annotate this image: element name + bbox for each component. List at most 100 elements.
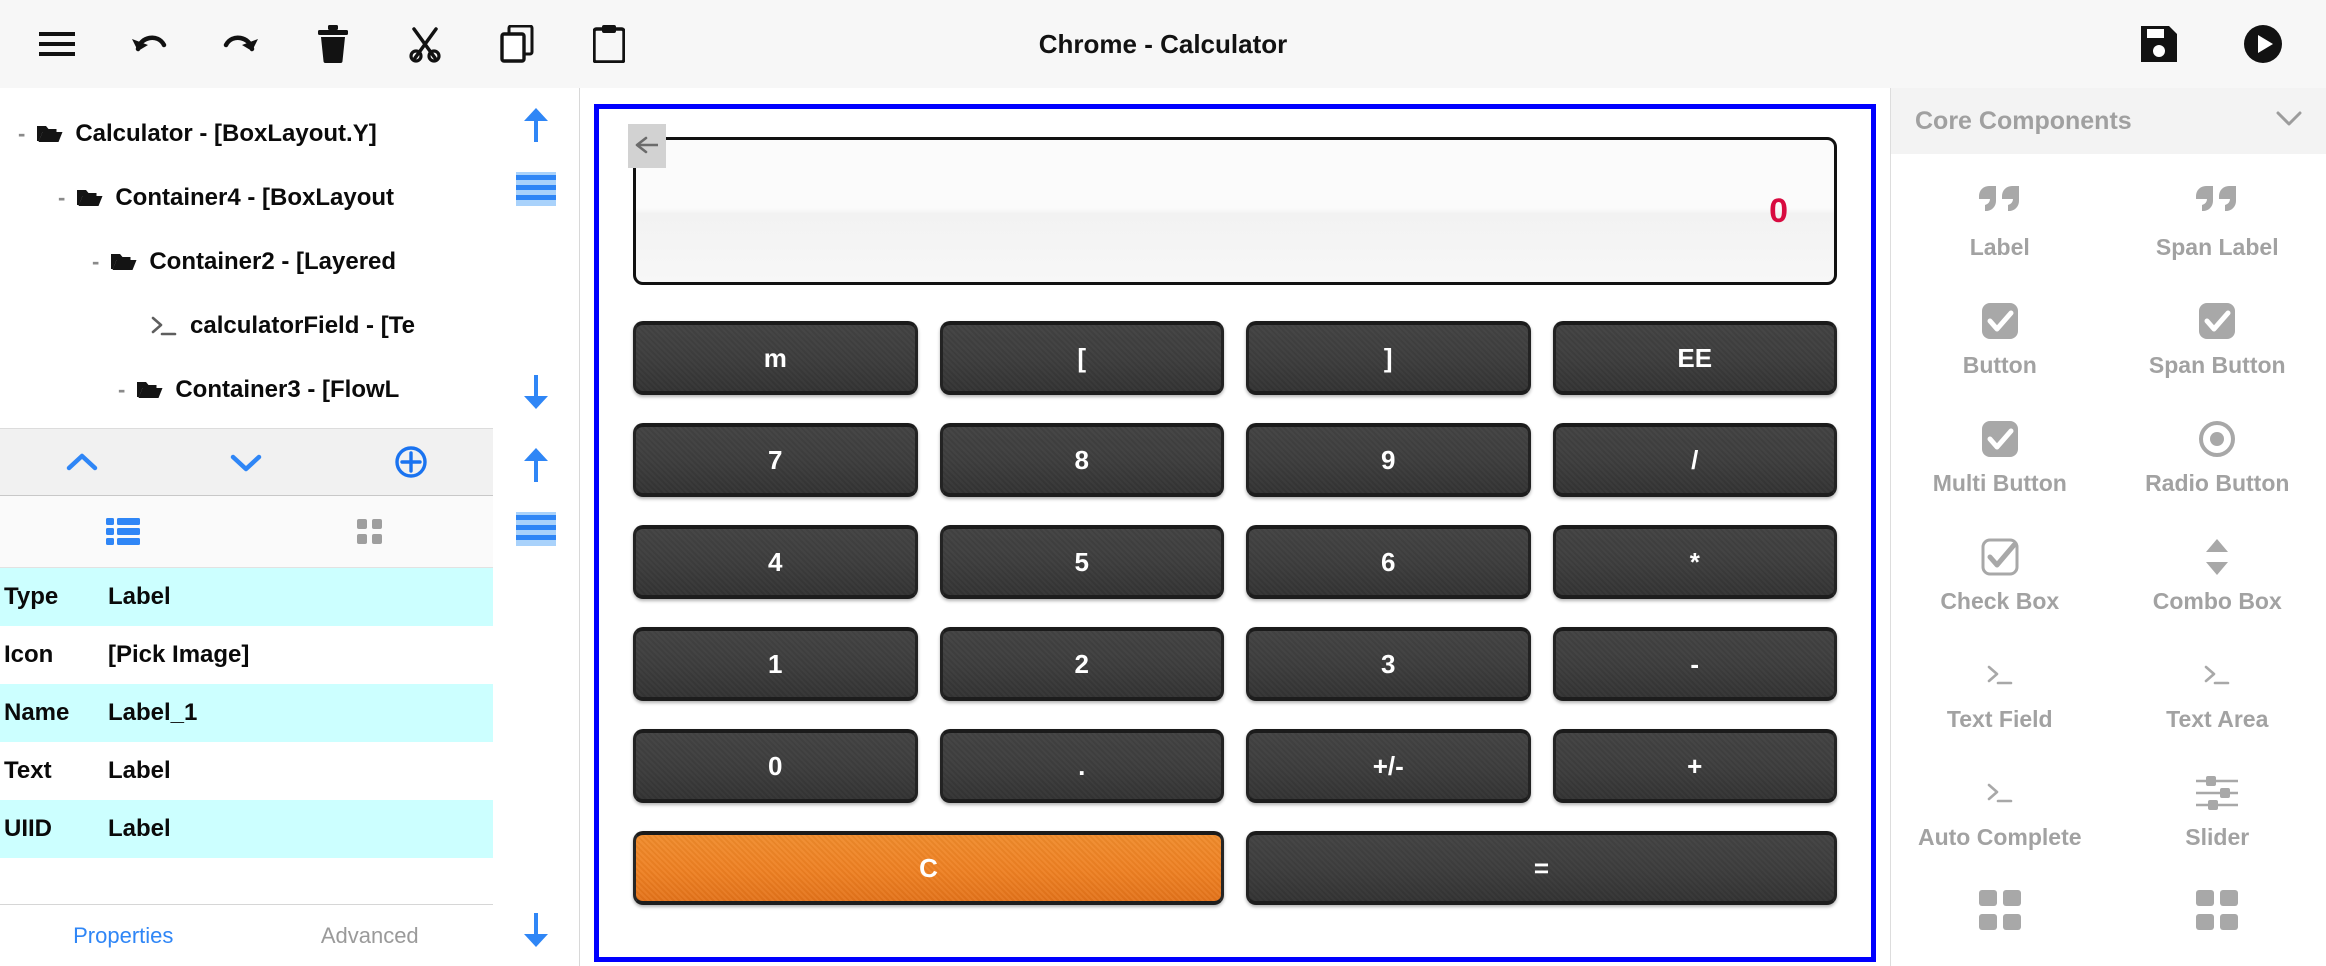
design-canvas[interactable]: 0 m [] EE 789 / 456 * 123- 0. +/- + C = — [594, 104, 1876, 962]
properties-tab[interactable]: Advanced — [247, 923, 494, 949]
keypad-row: 456 * — [633, 525, 1837, 599]
property-row[interactable]: UIIDLabel — [0, 800, 493, 858]
tree-expand-toggle[interactable]: - — [58, 185, 65, 211]
properties-scroll-thumb[interactable] — [516, 512, 556, 551]
palette-header[interactable]: Core Components — [1891, 88, 2326, 154]
palette-item[interactable] — [1891, 876, 2109, 966]
main-toolbar: Chrome - Calculator — [0, 0, 2326, 88]
calc-equals-key[interactable]: = — [1246, 831, 1837, 905]
tree-scroll-thumb[interactable] — [516, 172, 556, 211]
save-icon[interactable] — [2132, 17, 2186, 71]
property-row[interactable]: TypeLabel — [0, 568, 493, 626]
palette-item[interactable]: Auto Complete — [1891, 758, 2109, 876]
property-value[interactable]: Label — [108, 583, 171, 611]
move-up-button[interactable] — [0, 429, 164, 495]
calc-key[interactable]: [ — [940, 321, 1225, 395]
calc-key[interactable]: 5 — [940, 525, 1225, 599]
arrow-left-icon[interactable] — [628, 124, 666, 168]
folder-open-icon — [137, 379, 163, 401]
palette-item[interactable]: Multi Button — [1891, 404, 2109, 522]
calc-key[interactable]: 4 — [633, 525, 918, 599]
calc-key[interactable]: 8 — [940, 423, 1225, 497]
copy-icon[interactable] — [490, 17, 544, 71]
design-canvas-area: 0 m [] EE 789 / 456 * 123- 0. +/- + C = — [580, 88, 1890, 966]
calc-key[interactable]: 7 — [633, 423, 918, 497]
palette-item[interactable]: Radio Button — [2109, 404, 2326, 522]
redo-icon[interactable] — [214, 17, 268, 71]
tree-item[interactable]: -Container3 - [FlowL — [0, 358, 493, 422]
palette-item[interactable]: Check Box — [1891, 522, 2109, 640]
property-value[interactable]: Label — [108, 757, 171, 785]
properties-tabs: PropertiesAdvanced — [0, 904, 493, 966]
properties-scrollbar[interactable] — [493, 428, 579, 966]
chevron-down-icon[interactable] — [2276, 110, 2302, 133]
palette-item-label: Text Field — [1947, 706, 2053, 733]
palette-item[interactable]: Combo Box — [2109, 522, 2326, 640]
tree-item[interactable]: -Calculator - [BoxLayout.Y] — [0, 102, 493, 166]
left-panel-lower: TypeLabelIcon[Pick Image]NameLabel_1Text… — [0, 428, 579, 966]
property-row[interactable]: Icon[Pick Image] — [0, 626, 493, 684]
calc-key[interactable]: + — [1553, 729, 1838, 803]
palette-item-label: Span Label — [2156, 234, 2279, 261]
palette-item[interactable]: Button — [1891, 286, 2109, 404]
sliders-icon — [2194, 766, 2240, 820]
quote-icon — [2194, 176, 2240, 230]
calc-key[interactable]: 0 — [633, 729, 918, 803]
property-value[interactable]: Label_1 — [108, 699, 197, 727]
property-row[interactable]: NameLabel_1 — [0, 684, 493, 742]
calculator-display[interactable]: 0 — [633, 137, 1837, 285]
calc-key[interactable]: EE — [1553, 321, 1838, 395]
calc-key[interactable]: 3 — [1246, 627, 1531, 701]
property-value[interactable]: Label — [108, 815, 171, 843]
properties-scroll-down-icon[interactable] — [519, 911, 553, 954]
add-component-button[interactable] — [329, 429, 493, 495]
palette-item[interactable]: Text Field — [1891, 640, 2109, 758]
property-row[interactable]: TextLabel — [0, 742, 493, 800]
palette-item[interactable]: Slider — [2109, 758, 2326, 876]
component-tree[interactable]: -Calculator - [BoxLayout.Y]-Container4 -… — [0, 88, 493, 428]
tree-item[interactable]: calculatorField - [Te — [0, 294, 493, 358]
tree-scrollbar[interactable] — [493, 88, 579, 428]
calc-key[interactable]: 1 — [633, 627, 918, 701]
tree-expand-toggle[interactable]: - — [18, 121, 25, 147]
calc-key[interactable]: ] — [1246, 321, 1531, 395]
property-key: Text — [0, 757, 108, 785]
calc-key[interactable]: . — [940, 729, 1225, 803]
palette-item[interactable]: Span Button — [2109, 286, 2326, 404]
palette-item[interactable] — [2109, 876, 2326, 966]
palette-item[interactable]: Label — [1891, 168, 2109, 286]
tree-item[interactable]: Pad Button - [B — [0, 422, 493, 428]
tree-expand-toggle[interactable]: - — [92, 249, 99, 275]
calc-clear-key[interactable]: C — [633, 831, 1224, 905]
properties-tab[interactable]: Properties — [0, 923, 247, 949]
tree-item[interactable]: -Container4 - [BoxLayout — [0, 166, 493, 230]
calc-key[interactable]: / — [1553, 423, 1838, 497]
calc-key[interactable]: - — [1553, 627, 1838, 701]
app-root: Chrome - Calculator -Calculator - — [0, 0, 2326, 966]
trash-icon[interactable] — [306, 17, 360, 71]
properties-scroll-up-icon[interactable] — [519, 446, 553, 489]
move-down-button[interactable] — [164, 429, 328, 495]
cut-icon[interactable] — [398, 17, 452, 71]
tree-expand-toggle[interactable]: - — [118, 377, 125, 403]
undo-icon[interactable] — [122, 17, 176, 71]
calc-key[interactable]: 6 — [1246, 525, 1531, 599]
grid-icon — [1979, 884, 2021, 938]
property-value[interactable]: [Pick Image] — [108, 641, 249, 669]
run-icon[interactable] — [2236, 17, 2290, 71]
grid-view-button[interactable] — [247, 496, 494, 567]
paste-icon[interactable] — [582, 17, 636, 71]
tree-scroll-down-icon[interactable] — [519, 373, 553, 416]
tree-item[interactable]: -Container2 - [Layered — [0, 230, 493, 294]
list-view-button[interactable] — [0, 496, 247, 567]
calc-key[interactable]: m — [633, 321, 918, 395]
calc-key[interactable]: * — [1553, 525, 1838, 599]
menu-icon[interactable] — [30, 17, 84, 71]
radio-icon — [2195, 412, 2239, 466]
calc-key[interactable]: +/- — [1246, 729, 1531, 803]
calc-key[interactable]: 2 — [940, 627, 1225, 701]
palette-item[interactable]: Text Area — [2109, 640, 2326, 758]
palette-item[interactable]: Span Label — [2109, 168, 2326, 286]
calc-key[interactable]: 9 — [1246, 423, 1531, 497]
tree-scroll-up-icon[interactable] — [519, 106, 553, 149]
